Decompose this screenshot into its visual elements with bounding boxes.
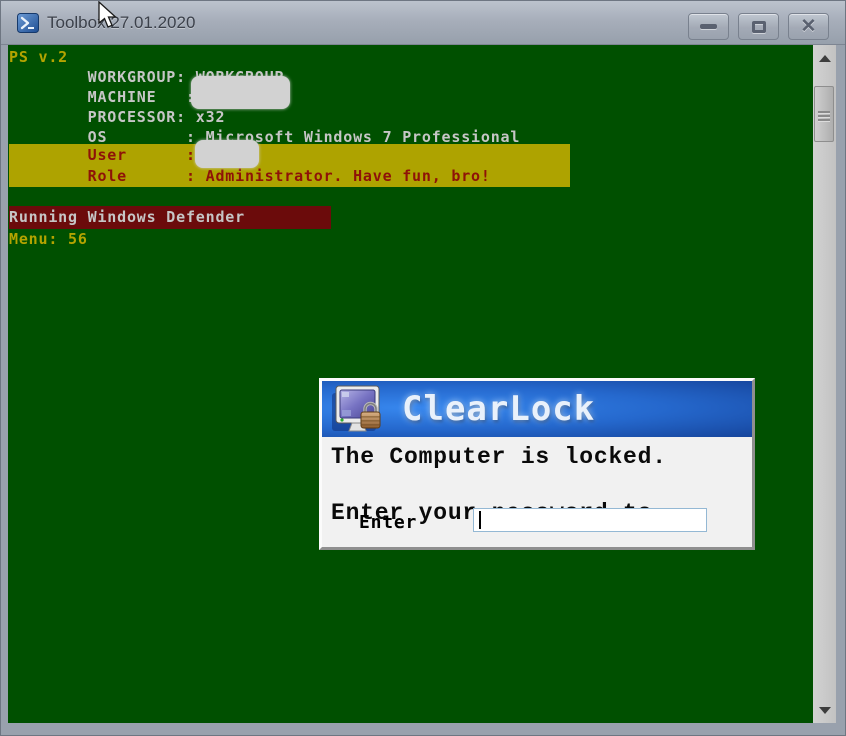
console-line-machine: MACHINE : [9,88,196,106]
enter-label: Enter [359,512,418,533]
minimize-button[interactable] [688,13,729,40]
maximize-icon [751,20,766,33]
console-line-processor: PROCESSOR: x32 [9,108,226,126]
app-window: Toolbox 27.01.2020 ✕ PS v.2 WORKGROUP: W… [0,0,846,736]
close-icon: ✕ [800,16,817,37]
console-line-menu: Menu: 56 [9,230,88,248]
clearlock-header: ClearLock [322,381,752,437]
arrow-up-icon [818,54,831,62]
redacted-machine-name [191,76,290,109]
close-button[interactable]: ✕ [788,13,829,40]
lock-message-line1: The Computer is locked. [331,444,667,470]
scroll-down-button[interactable] [813,697,836,723]
maximize-button[interactable] [738,13,779,40]
vertical-scrollbar[interactable] [813,45,836,723]
clearlock-dialog: ClearLock The Computer is locked. Enter … [319,378,755,550]
minimize-icon [700,24,717,29]
console-output: PS v.2 WORKGROUP: WORKGROUP MACHINE : PR… [8,45,813,723]
locked-computer-icon [330,383,388,436]
scrollbar-grip-icon [818,111,830,123]
scrollbar-thumb[interactable] [814,86,834,142]
console-line-defender: Running Windows Defender [9,208,245,226]
scroll-up-button[interactable] [813,45,836,71]
clearlock-app-name: ClearLock [402,389,596,429]
console-line-role: Role : Administrator. Have fun, bro! [9,167,491,185]
console-line-user: User : [9,146,196,164]
password-input-wrap [473,508,707,532]
password-input[interactable] [473,508,707,532]
text-caret [479,511,481,529]
console-line-ps-version: PS v.2 [9,48,68,66]
arrow-down-icon [818,706,831,714]
mouse-cursor-icon [94,0,122,36]
powershell-icon[interactable] [17,12,39,34]
titlebar[interactable]: Toolbox 27.01.2020 ✕ [1,1,845,45]
redacted-user-name [195,140,259,168]
